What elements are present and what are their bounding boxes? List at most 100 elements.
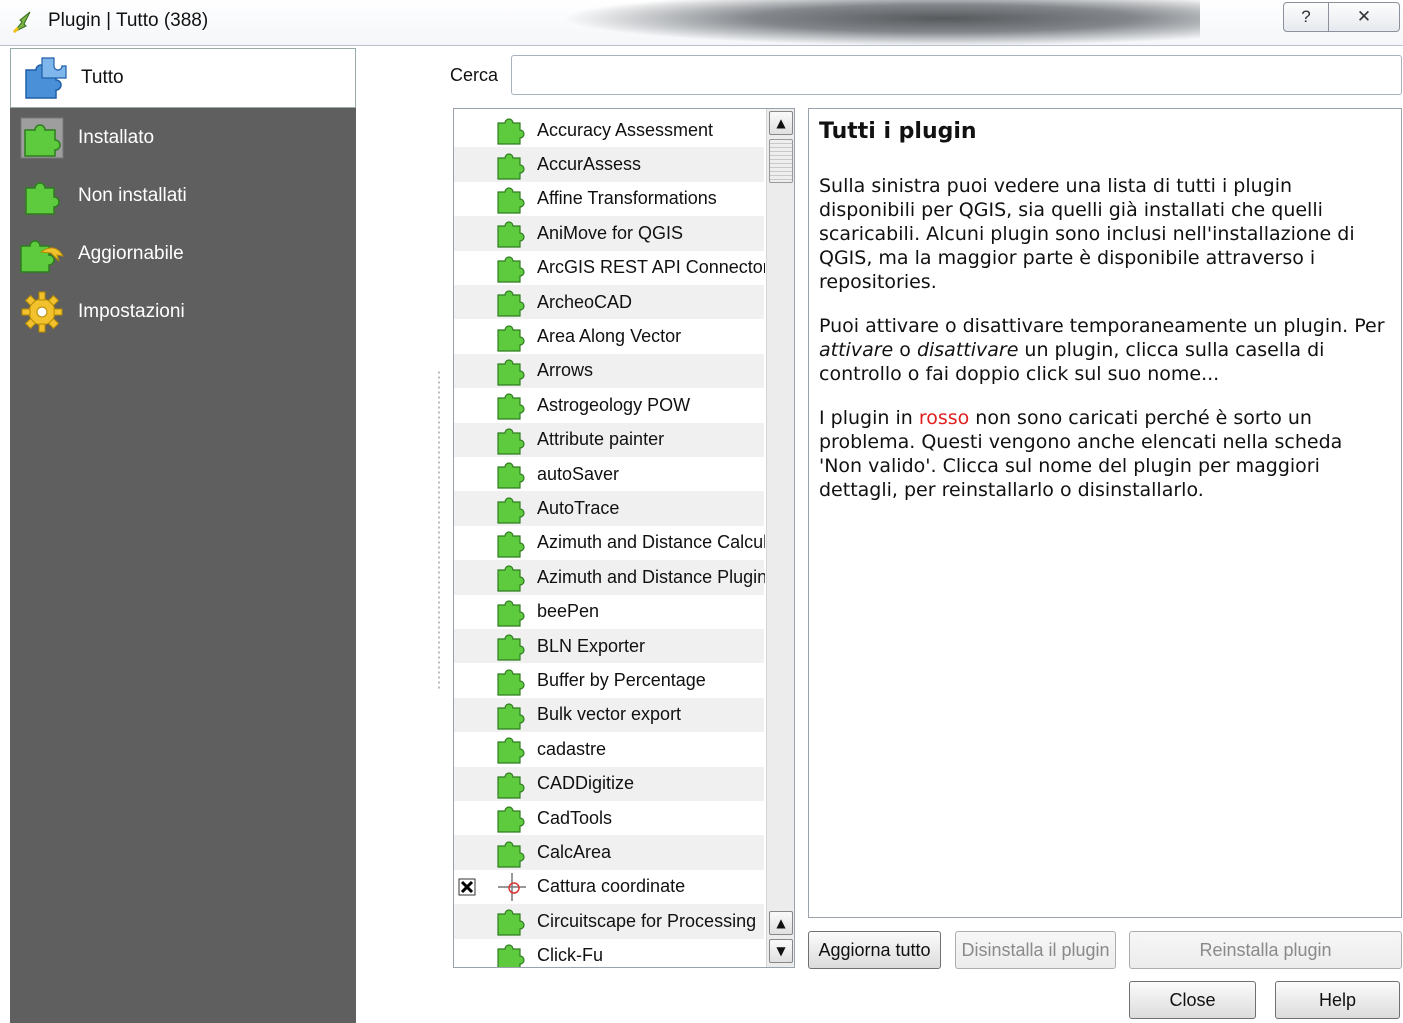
close-window-button[interactable]: ✕ bbox=[1328, 2, 1400, 32]
list-item[interactable]: Astrogeology POW bbox=[454, 388, 764, 422]
description-panel: Tutti i plugin Sulla sinistra puoi veder… bbox=[808, 108, 1402, 918]
scroll-up-lower-icon[interactable]: ▲ bbox=[769, 911, 793, 935]
puzzle-green-icon bbox=[496, 458, 528, 490]
list-item[interactable]: cadastre bbox=[454, 732, 764, 766]
list-item[interactable]: CalcArea bbox=[454, 835, 764, 870]
list-item[interactable]: Buffer by Percentage bbox=[454, 663, 764, 697]
puzzle-green-icon bbox=[496, 527, 528, 559]
close-button[interactable]: Close bbox=[1129, 981, 1256, 1019]
list-item[interactable]: ArcheoCAD bbox=[454, 285, 764, 320]
sidebar-item-tutto[interactable]: Tutto bbox=[10, 48, 356, 108]
puzzle-green-icon bbox=[496, 768, 528, 800]
sidebar-item-label: Aggiornabile bbox=[78, 243, 184, 264]
plugin-name: BLN Exporter bbox=[537, 635, 646, 656]
plugin-name: Area Along Vector bbox=[537, 326, 682, 347]
gear-icon bbox=[18, 290, 66, 334]
plugin-name: Bulk vector export bbox=[537, 704, 682, 725]
sidebar-item-aggiornabile[interactable]: Aggiornabile bbox=[10, 226, 356, 282]
puzzle-green-icon bbox=[496, 389, 528, 421]
plugin-name: Affine Transformations bbox=[537, 188, 717, 209]
sidebar-item-label: Installato bbox=[78, 127, 155, 148]
puzzle-green-icon bbox=[18, 116, 66, 160]
puzzle-green-icon bbox=[496, 733, 528, 765]
plugin-name: AccurAssess bbox=[537, 154, 642, 175]
plugin-name: Click-Fu bbox=[537, 945, 603, 966]
list-item[interactable]: AniMove for QGIS bbox=[454, 216, 764, 251]
window-title: Plugin | Tutto (388) bbox=[48, 10, 209, 31]
reinstall-plugin-button[interactable]: Reinstalla plugin bbox=[1129, 931, 1402, 969]
list-item[interactable]: AccurAssess bbox=[454, 147, 764, 182]
plugin-name: AutoTrace bbox=[537, 498, 620, 519]
scroll-thumb[interactable] bbox=[769, 139, 793, 183]
description-paragraph-2: Puoi attivare o disattivare temporaneame… bbox=[819, 315, 1385, 385]
list-item[interactable]: Bulk vector export bbox=[454, 697, 764, 733]
puzzle-green-icon bbox=[496, 802, 528, 834]
list-item[interactable]: CADDigitize bbox=[454, 766, 764, 801]
list-item[interactable]: Affine Transformations bbox=[454, 182, 764, 216]
puzzle-green-icon bbox=[496, 905, 528, 937]
sidebar-item-non-installati[interactable]: Non installati bbox=[10, 168, 356, 224]
puzzle-green-icon bbox=[496, 630, 528, 662]
plugin-name: Circuitscape for Processing bbox=[537, 910, 757, 931]
list-item[interactable]: ArcGIS REST API Connector bbox=[454, 251, 765, 285]
scroll-up-icon[interactable]: ▲ bbox=[769, 111, 793, 135]
puzzle-green-icon bbox=[496, 321, 528, 353]
help-button[interactable]: Help bbox=[1275, 981, 1400, 1019]
qgis-icon bbox=[12, 10, 34, 34]
list-item[interactable]: Accuracy Assessment bbox=[454, 113, 764, 147]
description-paragraph-1: Sulla sinistra puoi vedere una lista di … bbox=[819, 175, 1355, 293]
sidebar-item-label: Tutto bbox=[81, 67, 124, 88]
list-item[interactable]: autoSaver bbox=[454, 457, 764, 491]
splitter-handle[interactable] bbox=[437, 370, 441, 690]
plugin-name: CalcArea bbox=[537, 842, 612, 863]
title-bar-decoration bbox=[560, 0, 1200, 46]
uninstall-plugin-button[interactable]: Disinstalla il plugin bbox=[955, 931, 1116, 969]
list-item[interactable]: AutoTrace bbox=[454, 491, 764, 526]
red-word: rosso bbox=[918, 407, 970, 429]
plugin-name: beePen bbox=[537, 601, 600, 622]
list-item[interactable]: beePen bbox=[454, 595, 764, 629]
sidebar-item-installato[interactable]: Installato bbox=[10, 110, 356, 166]
plugin-name: autoSaver bbox=[537, 463, 620, 484]
puzzle-green-icon bbox=[496, 561, 528, 593]
list-item[interactable]: Circuitscape for Processing bbox=[454, 904, 764, 939]
sidebar-item-label: Non installati bbox=[78, 185, 187, 206]
title-bar: Plugin | Tutto (388) ? ✕ bbox=[0, 0, 1403, 46]
plugin-name: Azimuth and Distance Calculator bbox=[537, 532, 765, 553]
puzzle-green-icon bbox=[496, 286, 528, 318]
description-title: Tutti i plugin bbox=[819, 119, 977, 144]
plugin-name: cadastre bbox=[537, 738, 607, 759]
sidebar-item-impostazioni[interactable]: Impostazioni bbox=[10, 284, 356, 340]
list-item[interactable]: Click-Fu bbox=[454, 939, 764, 967]
list-item[interactable]: Arrows bbox=[454, 353, 764, 389]
list-item[interactable]: CadTools bbox=[454, 801, 764, 835]
help-title-button[interactable]: ? bbox=[1283, 2, 1329, 32]
search-input[interactable] bbox=[511, 55, 1402, 95]
plugin-list[interactable]: Accuracy Assessment AccurAssess Affine Tra… bbox=[453, 108, 795, 968]
description-paragraph-3: I plugin in rosso non sono caricati perc… bbox=[819, 407, 1343, 501]
list-item[interactable]: Azimuth and Distance Plugin bbox=[454, 560, 765, 595]
sidebar-item-label: Impostazioni bbox=[78, 301, 185, 322]
list-item[interactable]: Area Along Vector bbox=[454, 319, 764, 353]
list-item[interactable]: Azimuth and Distance Calculator bbox=[454, 526, 765, 560]
puzzle-green-icon bbox=[496, 183, 528, 215]
plugin-name: ArcGIS REST API Connector bbox=[537, 257, 765, 278]
plugin-name: Astrogeology POW bbox=[537, 394, 691, 415]
scroll-down-icon[interactable]: ▼ bbox=[769, 939, 793, 963]
plugin-name: ArcheoCAD bbox=[537, 291, 633, 312]
list-item[interactable]: Attribute painter bbox=[454, 422, 764, 457]
plugin-name: CadTools bbox=[537, 807, 613, 828]
puzzle-green-icon bbox=[496, 596, 528, 628]
puzzle-green-icon bbox=[496, 252, 528, 284]
crosshair-icon bbox=[496, 871, 528, 903]
upgrade-all-button[interactable]: Aggiorna tutto bbox=[808, 931, 941, 969]
list-item[interactable]: Cattura coordinate bbox=[454, 870, 764, 904]
puzzle-green-icon bbox=[496, 149, 528, 181]
puzzle-green-icon bbox=[496, 217, 528, 249]
list-item[interactable]: BLN Exporter bbox=[454, 629, 764, 664]
puzzle-green-icon bbox=[496, 837, 528, 869]
list-scrollbar[interactable]: ▲ ▲ ▼ bbox=[766, 109, 794, 967]
puzzle-green-icon bbox=[496, 355, 528, 387]
checkbox-checked-icon[interactable] bbox=[458, 878, 476, 896]
plugin-name: Accuracy Assessment bbox=[537, 119, 714, 140]
